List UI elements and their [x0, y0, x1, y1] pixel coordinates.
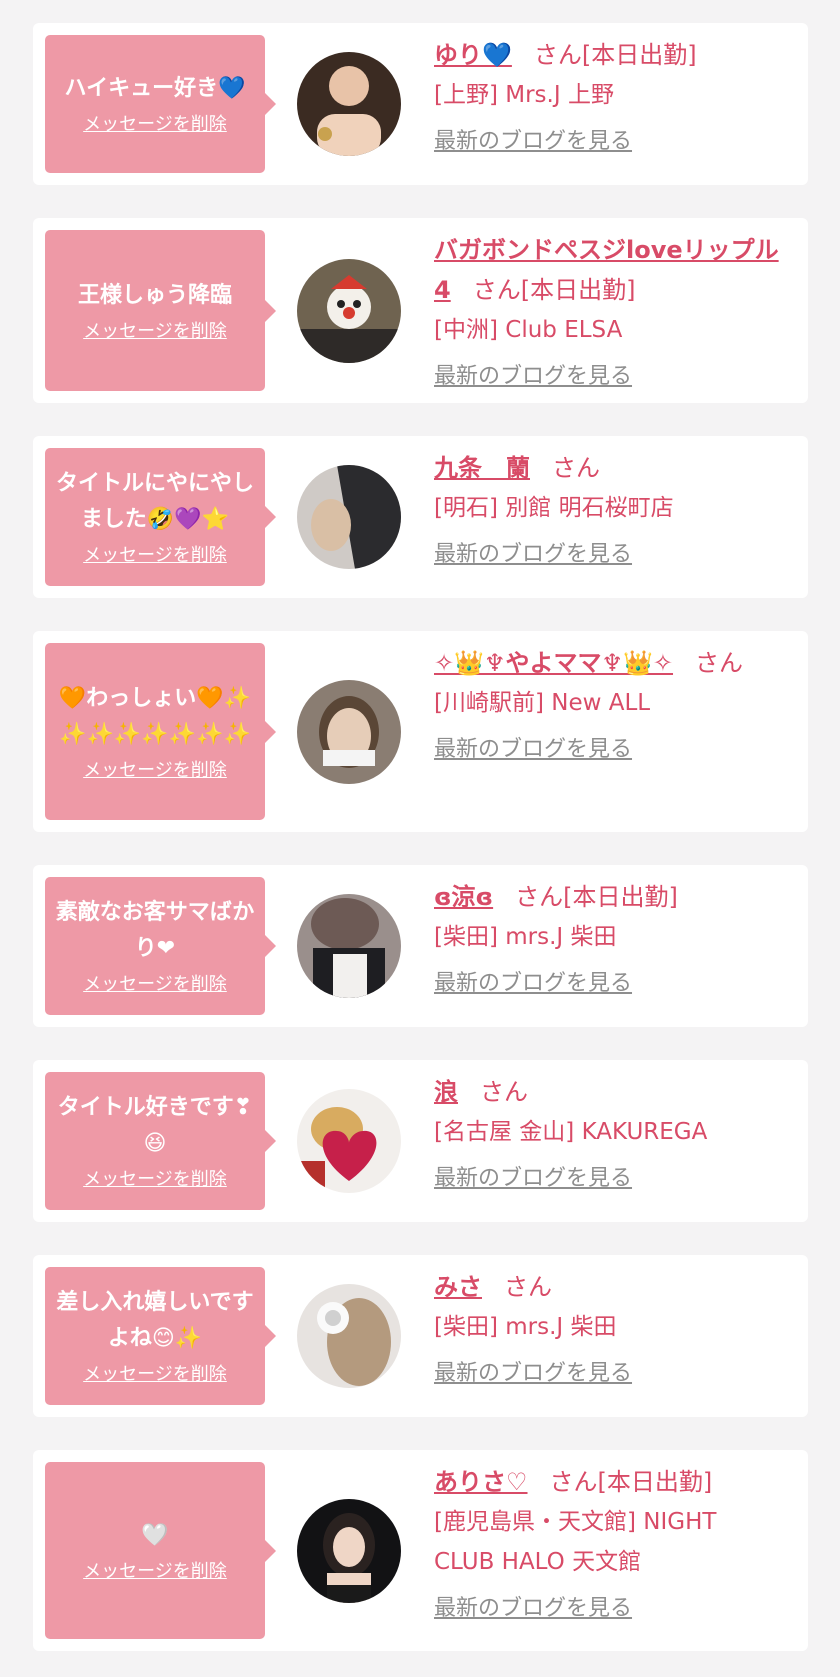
message-bubble: 🧡わっしょい🧡✨✨✨✨✨✨✨✨ メッセージを削除: [45, 643, 276, 820]
latest-blog-link[interactable]: 最新のブログを見る: [434, 1593, 632, 1625]
delete-message-link[interactable]: メッセージを削除: [83, 1560, 227, 1584]
shop-name: [明石] 別館 明石桜町店: [434, 495, 674, 521]
shop-name: [名古屋 金山] KAKUREGA: [434, 1119, 708, 1145]
message-title: 🧡わっしょい🧡✨✨✨✨✨✨✨✨: [58, 685, 252, 747]
message-bubble: 王様しゅう降臨 メッセージを削除: [45, 230, 276, 391]
message-title: 🤍: [141, 1522, 169, 1548]
cast-name-link[interactable]: ✧👑♆やよママ♆👑✧: [434, 649, 673, 677]
honorific-status: さん[本日出勤]: [533, 41, 697, 69]
avatar[interactable]: [297, 894, 401, 998]
latest-blog-link[interactable]: 最新のブログを見る: [434, 361, 632, 393]
latest-blog-link[interactable]: 最新のブログを見る: [434, 1163, 632, 1195]
shop-name: [中洲] Club ELSA: [434, 317, 623, 343]
message-card: 王様しゅう降臨 メッセージを削除 バガボンドペスジloveリップル4 さん[本日出…: [33, 218, 808, 403]
honorific-status: さん: [695, 649, 744, 677]
card-info: ありさ♡ さん[本日出勤] [鹿児島県・天文館] NIGHT CLUB HALO …: [434, 1450, 808, 1639]
name-line: 九条 蘭さん: [434, 448, 782, 488]
shop-name: [上野] Mrs.J 上野: [434, 82, 614, 108]
delete-message-link[interactable]: メッセージを削除: [83, 1363, 227, 1387]
delete-message-link[interactable]: メッセージを削除: [83, 544, 227, 568]
message-card: ハイキュー好き💙 メッセージを削除 ゆり💙 さん[本日出勤] [上野] Mrs.J…: [33, 23, 808, 185]
message-bubble: ハイキュー好き💙 メッセージを削除: [45, 35, 276, 173]
card-info: 浪さん [名古屋 金山] KAKUREGA 最新のブログを見る: [434, 1060, 808, 1209]
cast-name-link[interactable]: みさ: [434, 1273, 482, 1301]
avatar[interactable]: [297, 52, 401, 156]
message-bubble: 🤍 メッセージを削除: [45, 1462, 276, 1639]
honorific-status: さん: [504, 1273, 552, 1301]
message-bubble: 差し入れ嬉しいですよね😊✨ メッセージを削除: [45, 1267, 276, 1405]
card-info: みさ さん [柴田] mrs.J 柴田 最新のブログを見る: [434, 1255, 808, 1404]
cast-name-link[interactable]: 九条 蘭: [434, 454, 530, 482]
card-info: ゆり💙 さん[本日出勤] [上野] Mrs.J 上野 最新のブログを見る: [434, 23, 808, 172]
shop-name: [川崎駅前] New ALL: [434, 690, 651, 716]
message-card: 🤍 メッセージを削除 ありさ♡ さん[本日出勤] [鹿児島県・天文館] NIGHT…: [33, 1450, 808, 1651]
message-card: 差し入れ嬉しいですよね😊✨ メッセージを削除 みさ さん [柴田] mrs.J 柴…: [33, 1255, 808, 1417]
message-list: ハイキュー好き💙 メッセージを削除 ゆり💙 さん[本日出勤] [上野] Mrs.J…: [0, 0, 840, 1651]
shop-name: [柴田] mrs.J 柴田: [434, 1314, 617, 1340]
message-title: 素敵なお客サマばかり❤: [55, 900, 255, 961]
avatar[interactable]: [297, 1498, 401, 1603]
shop-name: [柴田] mrs.J 柴田: [434, 924, 617, 950]
cast-name-link[interactable]: ɞ涼ɞ: [434, 883, 493, 911]
message-bubble: タイトル好きです❣😆 メッセージを削除: [45, 1072, 276, 1210]
delete-message-link[interactable]: メッセージを削除: [83, 320, 227, 344]
message-title: タイトルにやにやしました🤣💜⭐: [55, 471, 254, 532]
message-title: 王様しゅう降臨: [77, 282, 232, 308]
avatar[interactable]: [297, 679, 401, 784]
name-line: バガボンドペスジloveリップル4 さん[本日出勤]: [434, 230, 782, 310]
delete-message-link[interactable]: メッセージを削除: [83, 1168, 227, 1192]
honorific-status: さん: [552, 454, 600, 482]
cast-name-link[interactable]: 浪: [434, 1078, 458, 1106]
delete-message-link[interactable]: メッセージを削除: [83, 113, 227, 137]
delete-message-link[interactable]: メッセージを削除: [83, 973, 227, 997]
name-line: 浪さん: [434, 1072, 782, 1112]
avatar[interactable]: [297, 258, 401, 363]
name-line: みさ さん: [434, 1267, 782, 1307]
card-info: ✧👑♆やよママ♆👑✧ さん [川崎駅前] New ALL 最新のブログを見る: [434, 631, 808, 780]
honorific-status: さん[本日出勤]: [515, 883, 678, 911]
card-info: バガボンドペスジloveリップル4 さん[本日出勤] [中洲] Club ELSA…: [434, 218, 808, 407]
message-title: タイトル好きです❣😆: [57, 1095, 253, 1156]
name-line: ありさ♡ さん[本日出勤]: [434, 1462, 782, 1502]
message-bubble: 素敵なお客サマばかり❤ メッセージを削除: [45, 877, 276, 1015]
delete-message-link[interactable]: メッセージを削除: [83, 759, 227, 783]
name-line: ゆり💙 さん[本日出勤]: [434, 35, 782, 75]
message-bubble: タイトルにやにやしました🤣💜⭐ メッセージを削除: [45, 448, 276, 586]
honorific-status: さん: [480, 1078, 528, 1106]
cast-name-link[interactable]: ありさ♡: [434, 1468, 528, 1496]
latest-blog-link[interactable]: 最新のブログを見る: [434, 1358, 632, 1390]
message-card: 素敵なお客サマばかり❤ メッセージを削除 ɞ涼ɞ さん[本日出勤] [柴田] mr…: [33, 865, 808, 1027]
latest-blog-link[interactable]: 最新のブログを見る: [434, 968, 632, 1000]
name-line: ✧👑♆やよママ♆👑✧ さん: [434, 643, 782, 683]
message-title: ハイキュー好き💙: [64, 76, 246, 101]
cast-name-link[interactable]: ゆり💙: [434, 41, 512, 69]
message-title: 差し入れ嬉しいですよね😊✨: [56, 1290, 254, 1351]
card-info: 九条 蘭さん [明石] 別館 明石桜町店 最新のブログを見る: [434, 436, 808, 585]
message-card: タイトルにやにやしました🤣💜⭐ メッセージを削除 九条 蘭さん [明石] 別館 …: [33, 436, 808, 598]
honorific-status: さん[本日出勤]: [472, 276, 636, 304]
latest-blog-link[interactable]: 最新のブログを見る: [434, 734, 632, 766]
message-card: 🧡わっしょい🧡✨✨✨✨✨✨✨✨ メッセージを削除 ✧👑♆やよママ♆👑✧ さん [川…: [33, 631, 808, 832]
avatar[interactable]: [297, 1284, 401, 1388]
latest-blog-link[interactable]: 最新のブログを見る: [434, 126, 632, 158]
message-card: タイトル好きです❣😆 メッセージを削除 浪さん [名古屋 金山] KAKUREG…: [33, 1060, 808, 1222]
name-line: ɞ涼ɞ さん[本日出勤]: [434, 877, 782, 917]
card-info: ɞ涼ɞ さん[本日出勤] [柴田] mrs.J 柴田 最新のブログを見る: [434, 865, 808, 1014]
avatar[interactable]: [297, 465, 401, 569]
shop-name: [鹿児島県・天文館] NIGHT CLUB HALO 天文館: [434, 1509, 717, 1575]
latest-blog-link[interactable]: 最新のブログを見る: [434, 539, 632, 571]
honorific-status: さん[本日出勤]: [549, 1468, 713, 1496]
avatar[interactable]: [297, 1089, 401, 1193]
